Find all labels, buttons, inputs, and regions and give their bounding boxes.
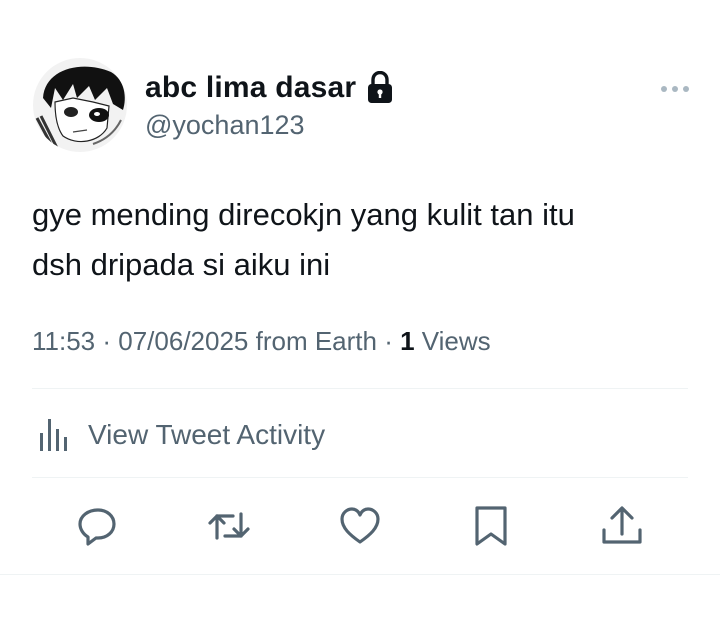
- more-options-icon[interactable]: [660, 82, 690, 96]
- author-row: abc lima dasar: [145, 68, 394, 108]
- tweet-source: from Earth: [248, 326, 377, 356]
- divider: [0, 574, 720, 575]
- heart-icon: [340, 507, 380, 544]
- reply-button[interactable]: [76, 504, 120, 548]
- divider: [32, 477, 688, 478]
- meta-separator: ·: [95, 326, 119, 356]
- tweet-text-line: dsh dripada si aiku ini: [32, 247, 331, 282]
- views-label: Views: [414, 326, 491, 356]
- tweet-meta: 11:53 · 07/06/2025 from Earth · 1 Views: [32, 326, 491, 357]
- tweet-time[interactable]: 11:53: [32, 326, 95, 356]
- reply-icon: [78, 508, 116, 546]
- share-icon: [602, 506, 642, 544]
- display-name[interactable]: abc lima dasar: [145, 71, 356, 105]
- tweet-detail: abc lima dasar @yochan123 gye mending di…: [0, 0, 720, 628]
- meta-separator: ·: [376, 326, 401, 356]
- bookmark-icon: [475, 506, 507, 546]
- tweet-date[interactable]: 07/06/2025: [118, 326, 248, 356]
- retweet-icon: [208, 512, 250, 540]
- analytics-bars-icon: [32, 415, 72, 455]
- views-count: 1: [400, 326, 415, 356]
- avatar[interactable]: [33, 58, 127, 152]
- avatar-image: [33, 58, 127, 152]
- lock-icon: [366, 70, 394, 105]
- author-handle[interactable]: @yochan123: [145, 110, 305, 141]
- retweet-button[interactable]: [207, 504, 251, 548]
- tweet-text: gye mending direcokjn yang kulit tan itu…: [32, 190, 692, 290]
- tweet-text-line: gye mending direcokjn yang kulit tan itu: [32, 197, 575, 232]
- share-button[interactable]: [600, 504, 644, 548]
- divider: [32, 388, 688, 389]
- like-button[interactable]: [338, 504, 382, 548]
- bookmark-button[interactable]: [469, 504, 513, 548]
- view-tweet-activity-button[interactable]: View Tweet Activity: [32, 410, 325, 460]
- view-tweet-activity-label: View Tweet Activity: [88, 419, 326, 450]
